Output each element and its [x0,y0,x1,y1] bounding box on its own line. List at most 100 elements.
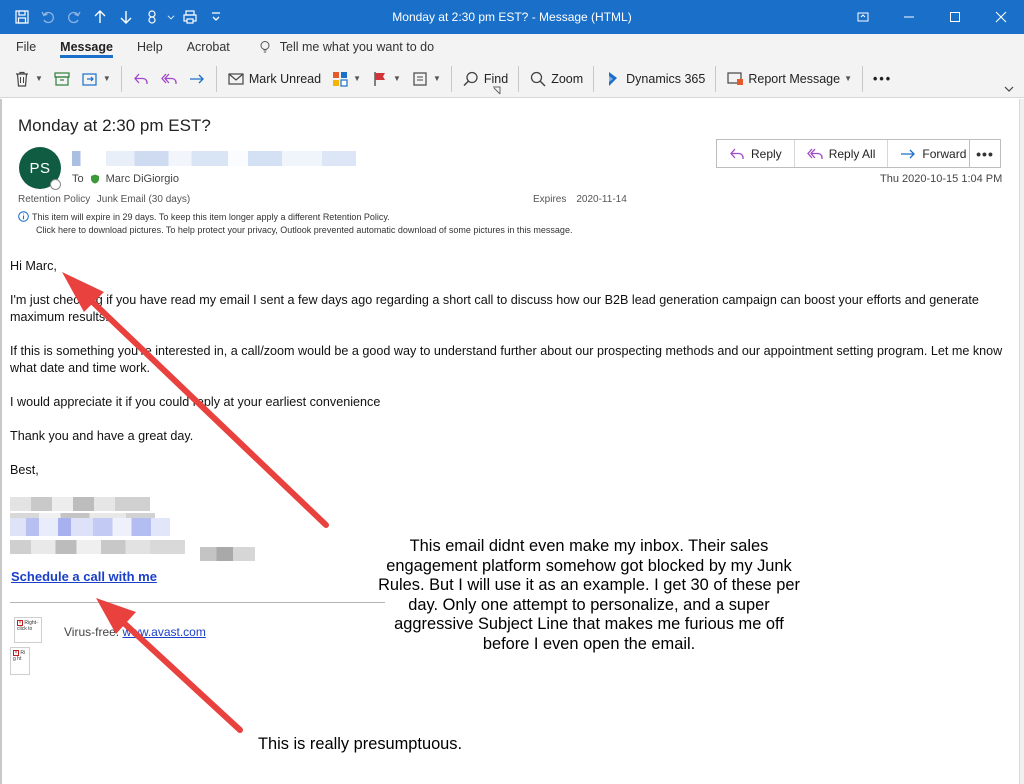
ribbon-tabs: File Message Help Acrobat Tell me what y… [0,34,1024,60]
minimize-icon[interactable] [886,0,932,34]
received-date: Thu 2020-10-15 1:04 PM [880,173,1003,185]
verified-shield-icon [90,174,99,184]
vertical-scrollbar[interactable] [1019,99,1024,784]
signature-divider [10,602,385,603]
title-bar: Monday at 2:30 pm EST? - Message (HTML) [0,0,1024,34]
print-icon[interactable] [178,5,202,29]
body-paragraph: I'm just checking if you have read my em… [10,293,979,324]
reply-ribbon-button[interactable] [127,64,155,94]
archive-icon [54,71,70,86]
body-paragraph: If this is something you're interested i… [10,344,1003,375]
reply-all-ribbon-button[interactable] [155,64,183,94]
follow-up-button[interactable]: ▼ [366,64,406,94]
undo-icon[interactable] [36,5,60,29]
forward-label: Forward [922,146,967,161]
dialog-launcher-icon[interactable] [492,86,501,95]
reply-icon [133,73,148,84]
categorize-button[interactable]: ▼ [326,64,366,94]
tag-icon[interactable] [140,5,164,29]
recipient-name[interactable]: Marc DiGiorgio [106,173,179,185]
report-message-button[interactable]: Report Message ▼ [721,64,857,94]
tab-acrobat[interactable]: Acrobat [187,34,230,60]
broken-image[interactable]: × Right-click to [14,617,42,643]
reply-all-label: Reply All [828,146,876,161]
forward-icon [901,149,916,158]
move-button[interactable]: ▼ [76,64,116,94]
tab-help[interactable]: Help [137,34,163,60]
forward-button[interactable]: Forward [888,140,978,167]
search-icon [463,71,478,86]
reply-all-icon [806,148,823,159]
greeting: Hi Marc, [10,259,57,273]
ribbon-separator [450,65,452,92]
schedule-call-link[interactable]: Schedule a call with me [11,569,157,584]
close-icon[interactable] [978,0,1024,34]
info-bar[interactable]: This item will expire in 29 days. To kee… [18,211,572,237]
sender-name-redacted [72,151,356,166]
more-actions-button[interactable]: ••• [969,139,1001,168]
ribbon-separator [593,65,595,92]
reply-button[interactable]: Reply [717,140,795,167]
tab-file[interactable]: File [16,34,36,60]
more-commands-button[interactable]: ••• [868,64,897,94]
reply-all-icon [160,73,177,84]
zoom-icon [531,71,546,87]
chevron-down-icon: ▼ [844,74,852,83]
find-button[interactable]: Find [457,64,513,94]
chevron-down-icon: ▼ [432,74,441,83]
dynamics-365-label: Dynamics 365 [626,71,706,86]
avast-link[interactable]: www.avast.com [122,625,205,639]
presence-indicator [50,179,61,190]
envelope-icon [228,72,244,85]
lightbulb-icon [260,41,270,53]
expires-label: Expires [533,194,567,205]
collapse-ribbon-icon[interactable] [1004,84,1014,94]
rules-button[interactable]: ▼ [406,64,446,94]
ribbon-separator [715,65,717,92]
next-item-icon[interactable] [114,5,138,29]
find-label: Find [483,71,509,86]
report-message-label: Report Message [748,71,841,86]
dynamics-365-button[interactable]: Dynamics 365 [599,64,710,94]
customize-qat-icon[interactable] [204,5,228,29]
maximize-icon[interactable] [932,0,978,34]
info-icon [18,211,29,222]
message-actions: Reply Reply All Forward [716,139,980,168]
tab-message[interactable]: Message [60,34,113,60]
tell-me-search[interactable]: Tell me what you want to do [258,40,434,54]
expiry: Expires 2020-11-14 [533,194,627,205]
annotation-callout-bottom: This is really presumptuous. [258,735,463,753]
zoom-label: Zoom [551,71,584,86]
chevron-down-icon: ▼ [102,74,111,83]
forward-ribbon-button[interactable] [183,64,211,94]
move-to-folder-icon [82,72,97,86]
ribbon-separator [120,65,122,92]
mark-unread-label: Mark Unread [248,71,322,86]
body-paragraph: I would appreciate it if you could reply… [10,395,381,409]
broken-image[interactable]: × Ri g ht [10,647,30,675]
zoom-button[interactable]: Zoom [524,64,588,94]
annotation-callout: This email didnt even make my inbox. The… [378,537,800,653]
info-line-expiry: This item will expire in 29 days. To kee… [32,212,390,222]
reply-all-button[interactable]: Reply All [795,140,889,167]
save-icon[interactable] [10,5,34,29]
to-label: To [72,173,84,185]
delete-button[interactable]: ▼ [8,64,48,94]
message-body: Hi Marc, I'm just checking if you have r… [10,258,1005,496]
redo-icon[interactable] [62,5,86,29]
qat-dropdown-icon[interactable] [166,5,176,29]
ribbon-separator [861,65,863,92]
categorize-icon [333,71,348,87]
ribbon-toolbar: ▼ ▼ Mark Unread ▼ ▼ ▼ Find Zoom Dynamics… [0,60,1024,98]
retention-value: Junk Email (30 days) [96,194,191,205]
ribbon-display-options-icon[interactable] [840,0,886,34]
quick-access-toolbar [0,0,228,34]
retention-label: Retention Policy [18,194,91,205]
pane-border [0,99,2,784]
trash-icon [16,71,28,87]
previous-item-icon[interactable] [88,5,112,29]
info-line-download[interactable]: Click here to download pictures. To help… [18,224,572,237]
mark-unread-button[interactable]: Mark Unread [222,64,326,94]
ribbon-separator [215,65,217,92]
archive-button[interactable] [48,64,76,94]
